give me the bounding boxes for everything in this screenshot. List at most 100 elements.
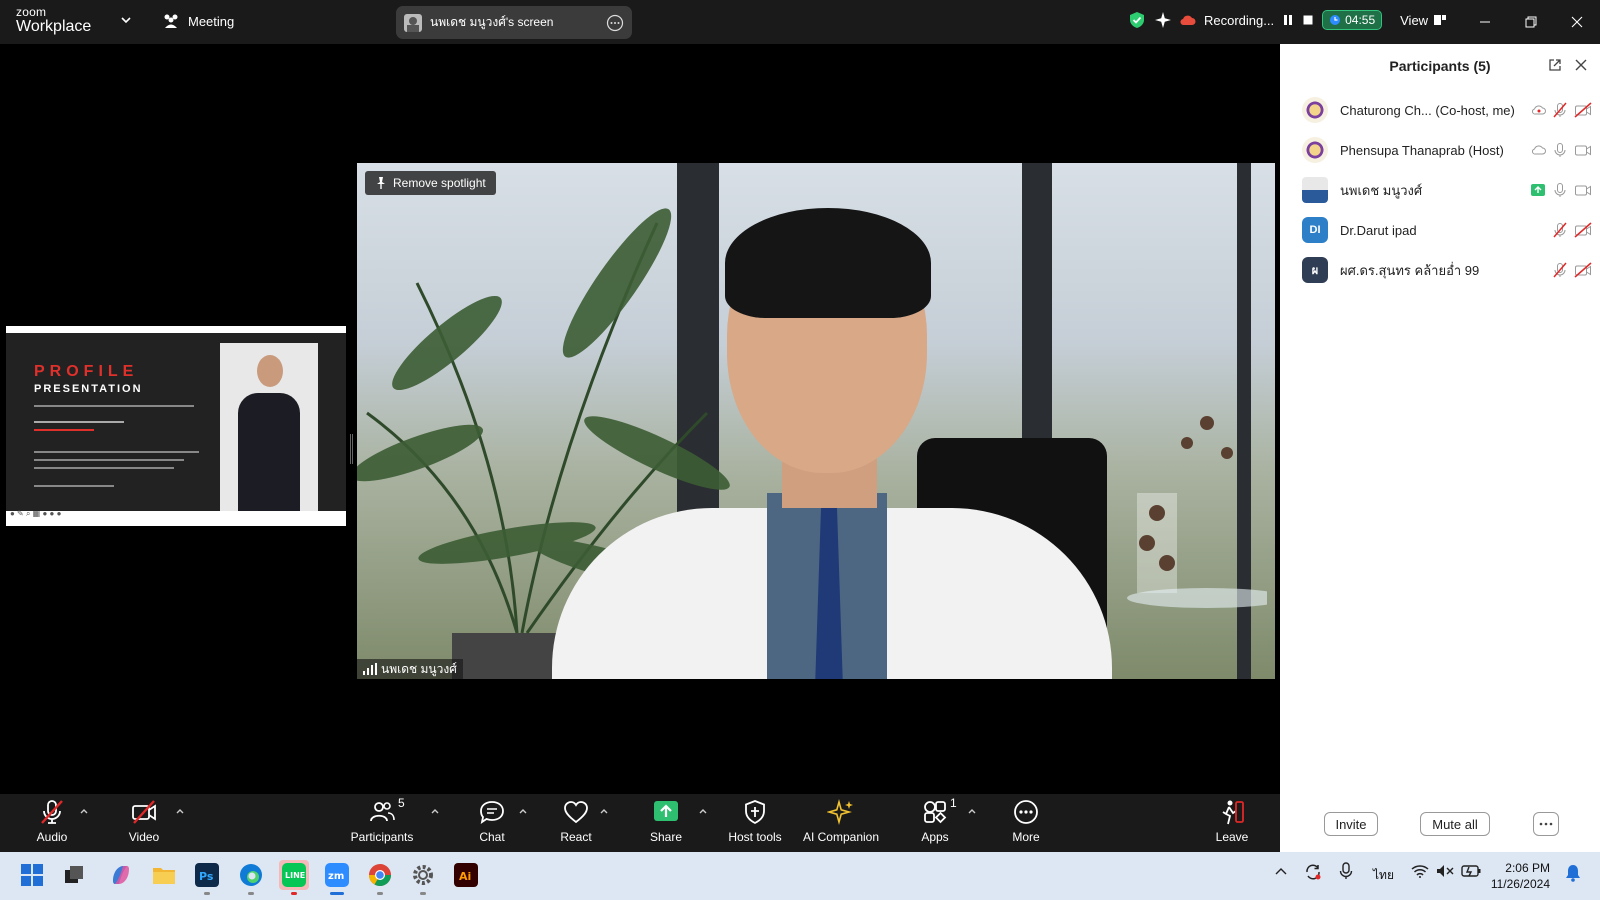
remove-spotlight-button[interactable]: Remove spotlight bbox=[365, 171, 496, 195]
stop-recording-icon[interactable] bbox=[1302, 14, 1314, 26]
chevron-up-icon[interactable] bbox=[175, 806, 185, 816]
participant-row[interactable]: ผ ผศ.ดร.สุนทร คล้ายอ่ำ 99 bbox=[1302, 250, 1592, 290]
chevron-up-icon[interactable] bbox=[698, 806, 708, 816]
chevron-up-icon[interactable] bbox=[599, 806, 609, 816]
taskbar-clock[interactable]: 2:06 PM 11/26/2024 bbox=[1491, 860, 1550, 892]
chevron-up-icon[interactable] bbox=[1275, 866, 1287, 876]
wifi-icon[interactable] bbox=[1411, 864, 1429, 878]
chevron-up-icon[interactable] bbox=[79, 806, 89, 816]
spotlight-video[interactable]: Remove spotlight นพเดช มนูวงศ์ bbox=[357, 163, 1275, 679]
shield-check-icon[interactable] bbox=[1128, 11, 1146, 29]
more-options-icon[interactable] bbox=[606, 14, 624, 32]
participant-name: ผศ.ดร.สุนทร คล้ายอ่ำ 99 bbox=[1340, 262, 1480, 278]
zoom-workplace-logo[interactable]: zoom Workplace bbox=[16, 6, 91, 35]
participant-row[interactable]: Chaturong Ch... (Co-host, me) bbox=[1302, 90, 1592, 130]
meeting-button[interactable]: Meeting bbox=[162, 13, 234, 29]
participant-row[interactable]: นพเดช มนูวงศ์ bbox=[1302, 170, 1592, 210]
chrome-icon[interactable] bbox=[365, 860, 395, 895]
notification-bell-icon[interactable] bbox=[1565, 864, 1581, 882]
timer-value: 04:55 bbox=[1345, 13, 1376, 27]
brand-big: Workplace bbox=[16, 18, 92, 35]
shared-screen-thumbnail[interactable]: PROFILE PRESENTATION ● ✎ ⌕ ▦ ● ● ● bbox=[6, 326, 346, 526]
resize-handle[interactable] bbox=[350, 434, 353, 464]
audio-button[interactable]: Audio bbox=[7, 798, 97, 844]
running-indicator bbox=[248, 892, 254, 895]
more-options-icon[interactable] bbox=[1533, 812, 1559, 836]
leave-button[interactable]: Leave bbox=[1187, 798, 1277, 844]
camera-off-icon[interactable] bbox=[1574, 102, 1592, 118]
ai-sparkle-icon bbox=[827, 799, 853, 825]
file-explorer-icon[interactable] bbox=[149, 860, 179, 890]
speaker-name: นพเดช มนูวงศ์ bbox=[381, 661, 457, 676]
video-button[interactable]: Video bbox=[99, 798, 189, 844]
chevron-up-icon[interactable] bbox=[518, 806, 528, 816]
running-indicator bbox=[291, 892, 297, 895]
host-tools-button[interactable]: Host tools bbox=[710, 798, 800, 844]
cloud-recording-icon bbox=[1532, 145, 1546, 155]
camera-icon[interactable] bbox=[1574, 182, 1592, 198]
invite-button[interactable]: Invite bbox=[1324, 812, 1378, 836]
battery-icon[interactable] bbox=[1461, 864, 1481, 878]
participants-button[interactable]: Participants bbox=[337, 798, 427, 844]
ai-companion-button[interactable]: AI Companion bbox=[796, 798, 886, 844]
edge-icon[interactable] bbox=[236, 860, 266, 895]
sync-icon[interactable] bbox=[1304, 863, 1322, 881]
sparkle-icon[interactable] bbox=[1154, 11, 1172, 29]
view-button[interactable]: View bbox=[1400, 13, 1447, 28]
line-app-icon[interactable]: LINE bbox=[279, 860, 309, 895]
slide-text-line bbox=[34, 451, 199, 453]
slide-text-line bbox=[34, 467, 174, 469]
camera-off-icon[interactable] bbox=[1574, 222, 1592, 238]
slide-title: PROFILE bbox=[34, 363, 139, 380]
participant-row[interactable]: Phensupa Thanaprab (Host) bbox=[1302, 130, 1592, 170]
pause-recording-icon[interactable] bbox=[1282, 14, 1294, 26]
mic-muted-icon[interactable] bbox=[1552, 262, 1568, 278]
windows-start-icon[interactable] bbox=[17, 860, 47, 890]
slideshow-controls[interactable]: ● ✎ ⌕ ▦ ● ● ● bbox=[10, 509, 61, 519]
share-button[interactable]: Share bbox=[621, 798, 711, 844]
copilot-icon[interactable] bbox=[106, 860, 136, 890]
mic-icon[interactable] bbox=[1552, 182, 1568, 198]
avatar bbox=[1302, 137, 1328, 163]
chat-button[interactable]: Chat bbox=[447, 798, 537, 844]
pin-icon bbox=[375, 176, 387, 190]
more-icon bbox=[1014, 800, 1038, 824]
close-icon[interactable] bbox=[1574, 58, 1588, 72]
popout-icon[interactable] bbox=[1548, 58, 1562, 72]
volume-muted-icon[interactable] bbox=[1436, 864, 1454, 878]
chevron-up-icon[interactable] bbox=[967, 806, 977, 816]
close-icon[interactable] bbox=[1554, 10, 1600, 34]
mic-muted-icon[interactable] bbox=[1552, 102, 1568, 118]
participant-row[interactable]: DI Dr.Darut ipad bbox=[1302, 210, 1592, 250]
photoshop-icon[interactable]: Ps bbox=[192, 860, 222, 895]
microphone-icon[interactable] bbox=[1339, 862, 1353, 880]
settings-gear-icon[interactable] bbox=[408, 860, 438, 895]
mic-icon[interactable] bbox=[1552, 142, 1568, 158]
camera-off-icon[interactable] bbox=[1574, 262, 1592, 278]
minimize-icon[interactable] bbox=[1462, 10, 1508, 34]
mute-all-button[interactable]: Mute all bbox=[1420, 812, 1490, 836]
slide-photo-face bbox=[257, 355, 283, 387]
restore-icon[interactable] bbox=[1508, 10, 1554, 34]
camera-icon[interactable] bbox=[1574, 142, 1592, 158]
participant-name: Phensupa Thanaprab (Host) bbox=[1340, 142, 1504, 158]
avatar bbox=[404, 13, 422, 32]
screen-share-pill[interactable]: นพเดช มนูวงศ์'s screen bbox=[396, 6, 632, 39]
chevron-down-icon[interactable] bbox=[120, 14, 132, 26]
react-button[interactable]: React bbox=[531, 798, 621, 844]
heart-icon bbox=[564, 801, 588, 824]
task-view-icon[interactable] bbox=[59, 860, 89, 890]
mic-muted-icon[interactable] bbox=[1552, 222, 1568, 238]
chevron-up-icon[interactable] bbox=[430, 806, 440, 816]
audio-label: Audio bbox=[36, 830, 68, 844]
more-button[interactable]: More bbox=[981, 798, 1071, 844]
slide-text-line bbox=[34, 459, 184, 461]
view-layout-icon bbox=[1434, 14, 1447, 26]
svg-text:Ps: Ps bbox=[199, 870, 214, 883]
illustrator-icon[interactable]: Ai bbox=[451, 860, 481, 890]
zoom-app-icon[interactable]: zm bbox=[322, 860, 352, 895]
apps-button[interactable]: Apps bbox=[890, 798, 980, 844]
input-language[interactable]: ไทย bbox=[1373, 866, 1394, 885]
participants-panel-footer: Invite Mute all bbox=[1280, 812, 1600, 840]
meeting-timer[interactable]: 04:55 bbox=[1322, 10, 1383, 30]
